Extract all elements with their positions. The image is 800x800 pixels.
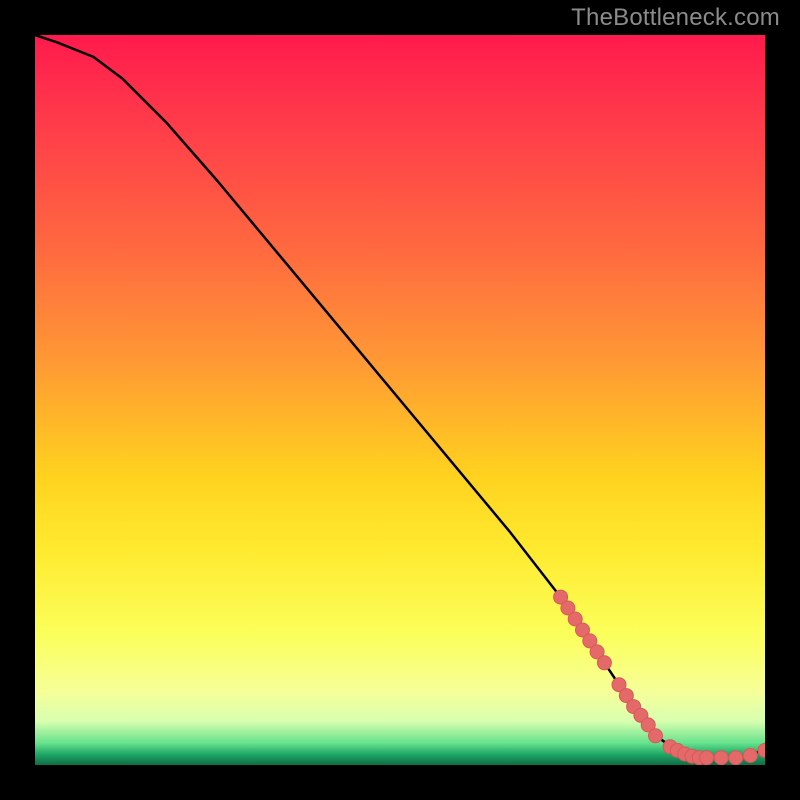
chart-frame: TheBottleneck.com: [0, 0, 800, 800]
bottleneck-curve: [35, 35, 765, 758]
watermark-text: TheBottleneck.com: [571, 4, 780, 32]
data-marker: [743, 749, 757, 763]
data-marker: [597, 656, 611, 670]
data-markers: [554, 590, 765, 765]
data-marker: [729, 751, 743, 765]
data-marker: [700, 751, 714, 765]
data-marker: [649, 729, 663, 743]
chart-overlay: [35, 35, 765, 765]
data-marker: [758, 743, 765, 757]
data-marker: [714, 751, 728, 765]
